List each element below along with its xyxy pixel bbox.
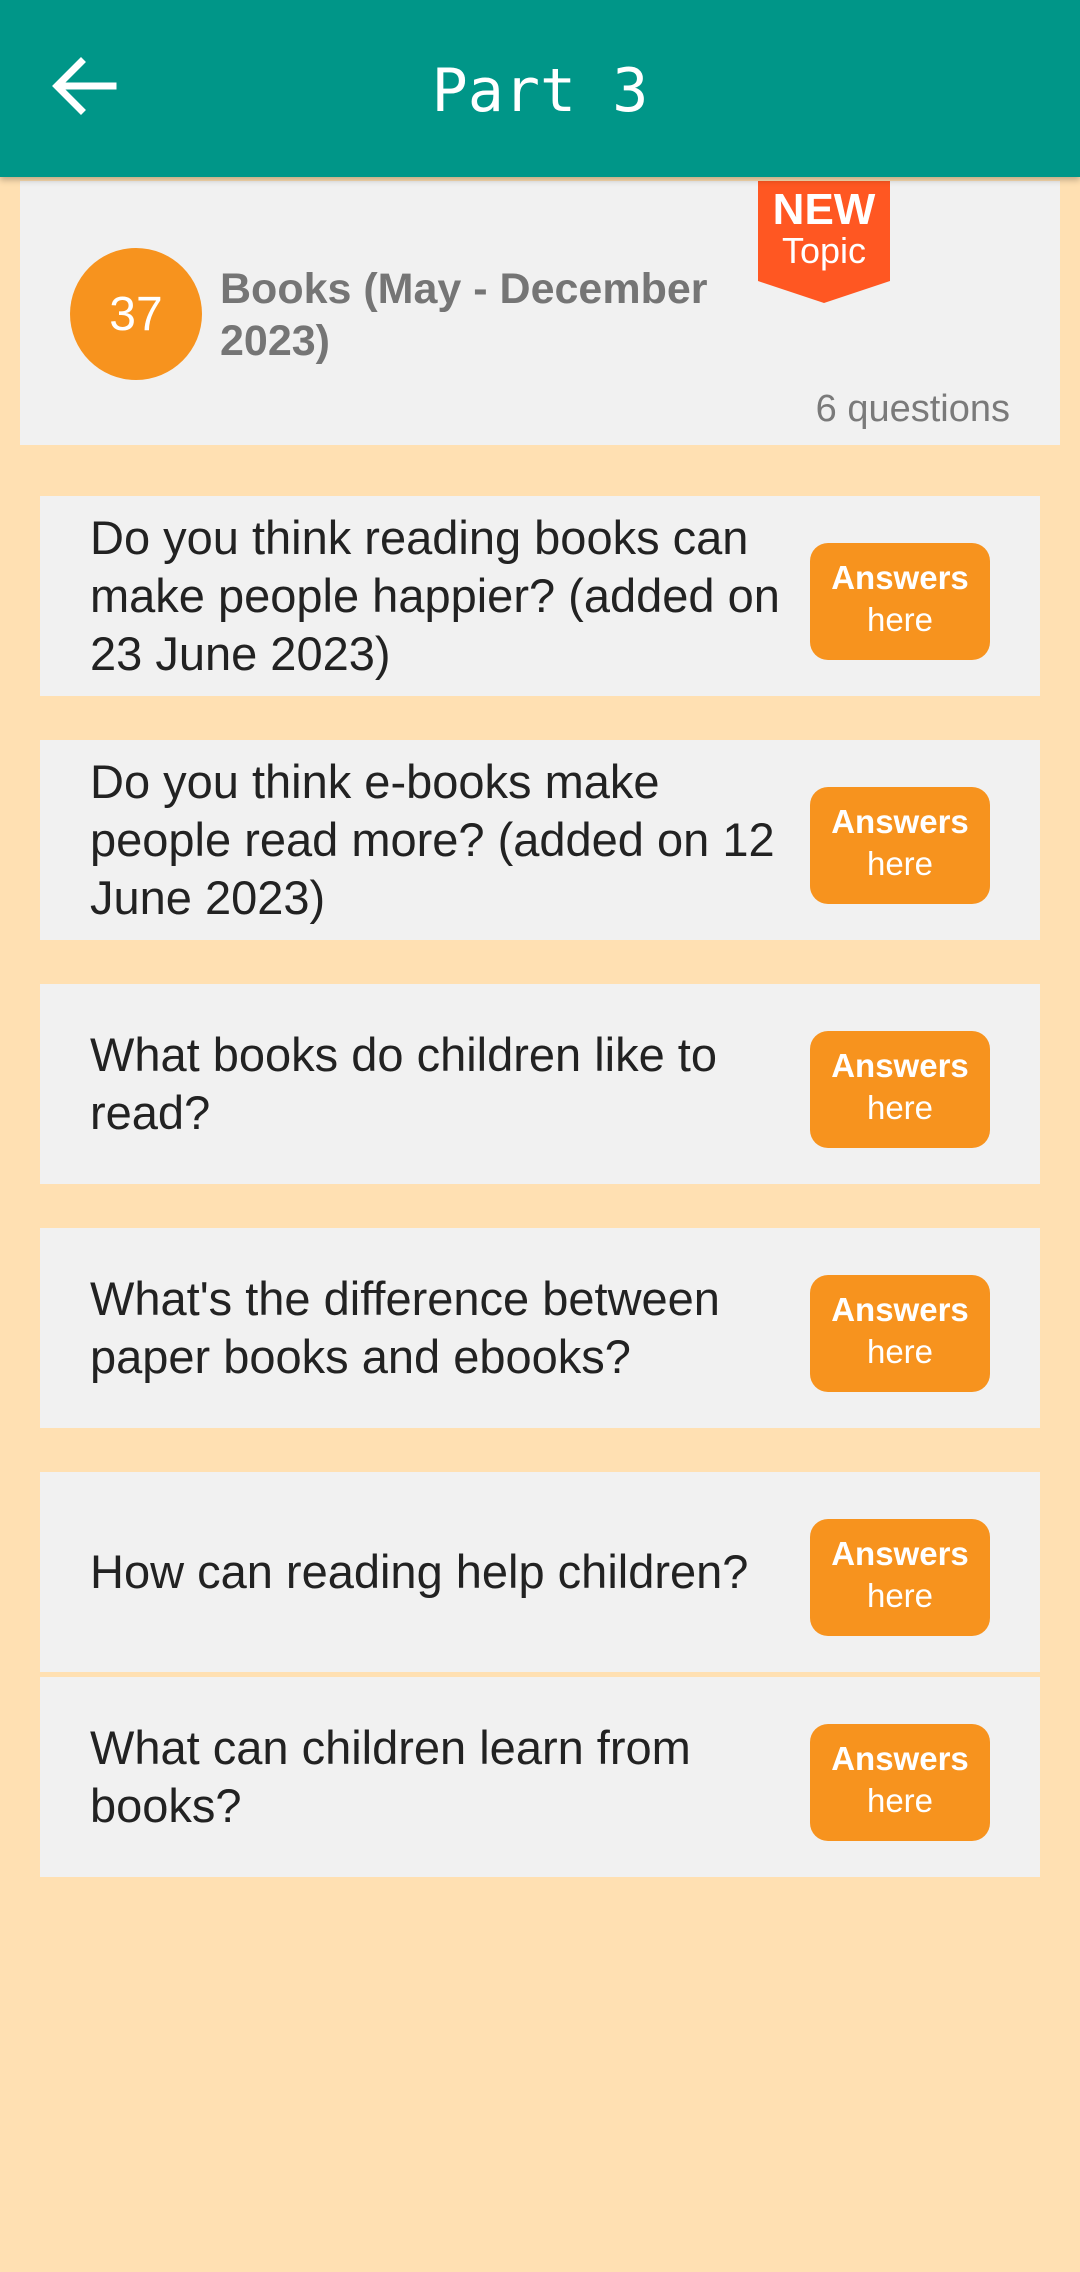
question-text: Do you think e-books make people read mo… xyxy=(90,755,775,924)
question-card: Do you think e-books make people read mo… xyxy=(40,740,1040,940)
answers-button-sublabel: here xyxy=(866,1782,934,1819)
new-topic-ribbon: NEW Topic xyxy=(758,181,890,303)
answers-button[interactable]: Answers here xyxy=(810,1724,990,1841)
question-card: What can children learn from books? Answ… xyxy=(40,1677,1040,1877)
question-text: What's the difference between paper book… xyxy=(90,1272,720,1383)
answers-button-label: Answers xyxy=(831,1047,969,1084)
answers-button[interactable]: Answers here xyxy=(810,787,990,904)
answers-button-sublabel: here xyxy=(866,601,934,638)
answers-button[interactable]: Answers here xyxy=(810,1275,990,1392)
topic-header-card: 37 Books (May - December 2023) NEW Topic… xyxy=(20,181,1060,445)
question-text: Do you think reading books can make peop… xyxy=(90,511,780,680)
topic-title: Books (May - December 2023) xyxy=(220,265,708,365)
answers-button-label: Answers xyxy=(831,1291,969,1328)
question-card: How can reading help children? Answers h… xyxy=(40,1472,1040,1672)
question-count: 6 questions xyxy=(815,388,1010,430)
answers-button[interactable]: Answers here xyxy=(810,543,990,660)
answers-button-label: Answers xyxy=(831,559,969,596)
topic-label: Topic xyxy=(781,230,867,271)
answers-button[interactable]: Answers here xyxy=(810,1031,990,1148)
app-bar: Part 3 xyxy=(0,0,1080,177)
question-text: What books do children like to read? xyxy=(90,1028,717,1139)
answers-button-sublabel: here xyxy=(866,1333,934,1370)
question-text: What can children learn from books? xyxy=(90,1721,691,1832)
new-label: NEW xyxy=(772,185,876,234)
question-text: How can reading help children? xyxy=(90,1545,749,1598)
question-card: What books do children like to read? Ans… xyxy=(40,984,1040,1184)
answers-button-sublabel: here xyxy=(866,845,934,882)
answers-button[interactable]: Answers here xyxy=(810,1519,990,1636)
question-card: Do you think reading books can make peop… xyxy=(40,496,1040,696)
page-title: Part 3 xyxy=(431,56,649,126)
answers-button-label: Answers xyxy=(831,1535,969,1572)
answers-button-label: Answers xyxy=(831,1740,969,1777)
answers-button-sublabel: here xyxy=(866,1577,934,1614)
answers-button-sublabel: here xyxy=(866,1089,934,1126)
question-card: What's the difference between paper book… xyxy=(40,1228,1040,1428)
topic-number-badge: 37 xyxy=(70,248,202,380)
answers-button-label: Answers xyxy=(831,803,969,840)
